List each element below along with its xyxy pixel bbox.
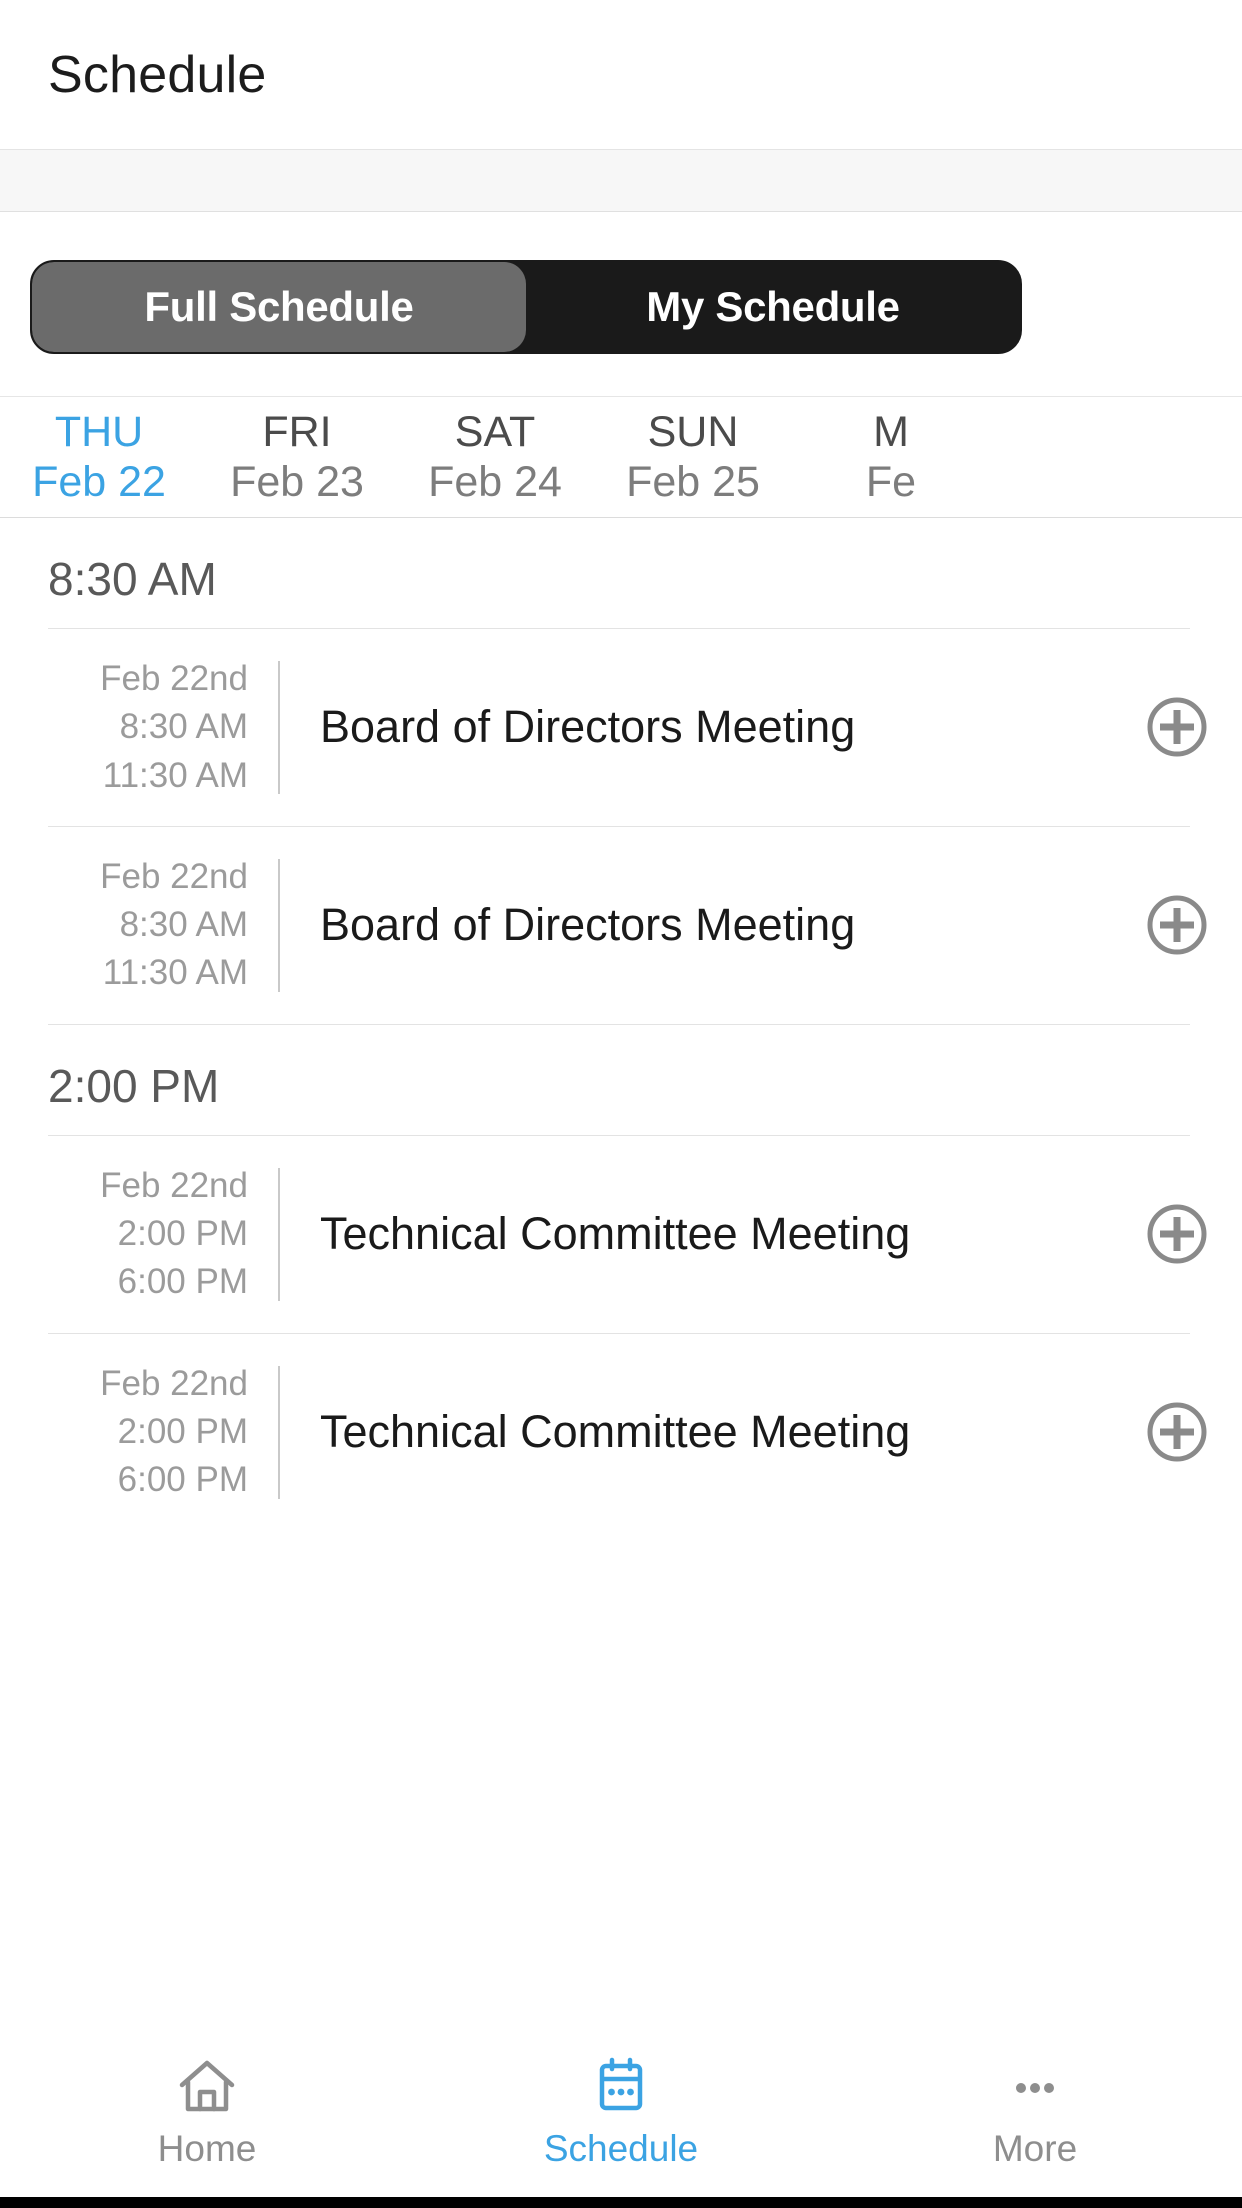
date-tab-mon-partial[interactable]: M Fe bbox=[792, 407, 990, 506]
navigation-header: Schedule bbox=[0, 0, 1242, 150]
table-row[interactable]: Feb 22nd 2:00 PM 6:00 PM Technical Commi… bbox=[0, 1334, 1242, 1531]
section-time-header: 2:00 PM bbox=[48, 1059, 220, 1112]
section-time-header: 8:30 AM bbox=[48, 553, 217, 605]
event-end-time: 6:00 PM bbox=[117, 1262, 248, 1302]
event-title: Technical Committee Meeting bbox=[320, 1405, 911, 1457]
date-tab-dow: THU bbox=[54, 407, 144, 456]
tab-label: More bbox=[992, 2128, 1078, 2169]
plus-circle-icon bbox=[1145, 695, 1209, 759]
date-tab-fri[interactable]: FRI Feb 23 bbox=[198, 407, 396, 506]
tab-label: Home bbox=[157, 2128, 257, 2169]
date-tab-dow: FRI bbox=[262, 407, 332, 456]
date-tab-date: Feb 25 bbox=[626, 458, 760, 506]
event-title: Technical Committee Meeting bbox=[320, 1207, 911, 1259]
date-tab-date: Fe bbox=[865, 458, 917, 506]
event-start-time: 8:30 AM bbox=[119, 707, 248, 747]
event-time-column: Feb 22nd 8:30 AM 11:30 AM bbox=[0, 655, 278, 800]
event-end-time: 6:00 PM bbox=[117, 1460, 248, 1500]
table-row[interactable]: Feb 22nd 8:30 AM 11:30 AM Board of Direc… bbox=[0, 629, 1242, 826]
date-tab-sat[interactable]: SAT Feb 24 bbox=[396, 407, 594, 506]
event-time-column: Feb 22nd 8:30 AM 11:30 AM bbox=[0, 853, 278, 998]
segment-full-schedule[interactable]: Full Schedule bbox=[32, 262, 526, 352]
table-row[interactable]: Feb 22nd 8:30 AM 11:30 AM Board of Direc… bbox=[0, 827, 1242, 1024]
event-start-time: 8:30 AM bbox=[119, 905, 248, 945]
date-tab-date: Feb 22 bbox=[32, 458, 166, 506]
event-end-time: 11:30 AM bbox=[102, 755, 248, 795]
plus-circle-icon bbox=[1145, 1400, 1209, 1464]
add-to-my-schedule-button[interactable] bbox=[1112, 695, 1242, 759]
tab-label: Schedule bbox=[543, 2128, 699, 2169]
event-date: Feb 22nd bbox=[100, 659, 248, 698]
event-time-column: Feb 22nd 2:00 PM 6:00 PM bbox=[0, 1162, 278, 1307]
home-icon bbox=[173, 2052, 241, 2120]
schedule-scope-segmented-control[interactable]: Full Schedule My Schedule bbox=[30, 260, 1022, 354]
date-tab-strip[interactable]: THU Feb 22 FRI Feb 23 SAT Feb 24 SUN Feb… bbox=[0, 396, 1242, 518]
table-row[interactable]: Feb 22nd 2:00 PM 6:00 PM Technical Commi… bbox=[0, 1136, 1242, 1333]
ellipsis-icon bbox=[1001, 2052, 1069, 2120]
event-date: Feb 22nd bbox=[100, 856, 248, 896]
event-date: Feb 22nd bbox=[100, 1165, 248, 1205]
date-tab-dow: SUN bbox=[647, 407, 739, 456]
schedule-event-list: 8:30 AM Feb 22nd 8:30 AM 11:30 AM Board … bbox=[0, 518, 1242, 2030]
event-title: Board of Directors Meeting bbox=[320, 701, 856, 752]
system-home-indicator bbox=[0, 2197, 1242, 2208]
add-to-my-schedule-button[interactable] bbox=[1112, 1400, 1242, 1464]
date-tab-thu[interactable]: THU Feb 22 bbox=[0, 407, 198, 506]
plus-circle-icon bbox=[1145, 1202, 1209, 1266]
date-tab-dow: M bbox=[873, 407, 909, 456]
schedule-screen: Schedule Full Schedule My Schedule THU F… bbox=[0, 0, 1242, 2208]
date-tab-dow: SAT bbox=[454, 407, 536, 456]
bottom-tab-bar: Home Schedule More bbox=[0, 2030, 1242, 2208]
date-tab-date: Feb 23 bbox=[230, 458, 364, 506]
tab-more[interactable]: More bbox=[828, 2052, 1242, 2170]
date-tab-date: Feb 24 bbox=[428, 458, 562, 506]
event-time-column: Feb 22nd 2:00 PM 6:00 PM bbox=[0, 1360, 278, 1505]
add-to-my-schedule-button[interactable] bbox=[1112, 1202, 1242, 1266]
date-tab-sun[interactable]: SUN Feb 25 bbox=[594, 407, 792, 506]
plus-circle-icon bbox=[1145, 893, 1209, 957]
tab-home[interactable]: Home bbox=[0, 2052, 414, 2170]
event-start-time: 2:00 PM bbox=[117, 1411, 248, 1451]
event-title: Board of Directors Meeting bbox=[320, 898, 856, 950]
add-to-my-schedule-button[interactable] bbox=[1112, 893, 1242, 957]
event-start-time: 2:00 PM bbox=[117, 1214, 248, 1254]
header-sub-strip bbox=[0, 150, 1242, 212]
calendar-icon bbox=[587, 2052, 655, 2120]
tab-schedule[interactable]: Schedule bbox=[414, 2052, 828, 2170]
event-end-time: 11:30 AM bbox=[102, 953, 248, 993]
page-title: Schedule bbox=[48, 45, 267, 104]
event-date: Feb 22nd bbox=[100, 1363, 248, 1403]
segment-my-schedule[interactable]: My Schedule bbox=[526, 262, 1020, 352]
segmented-control-container: Full Schedule My Schedule bbox=[0, 212, 1242, 396]
